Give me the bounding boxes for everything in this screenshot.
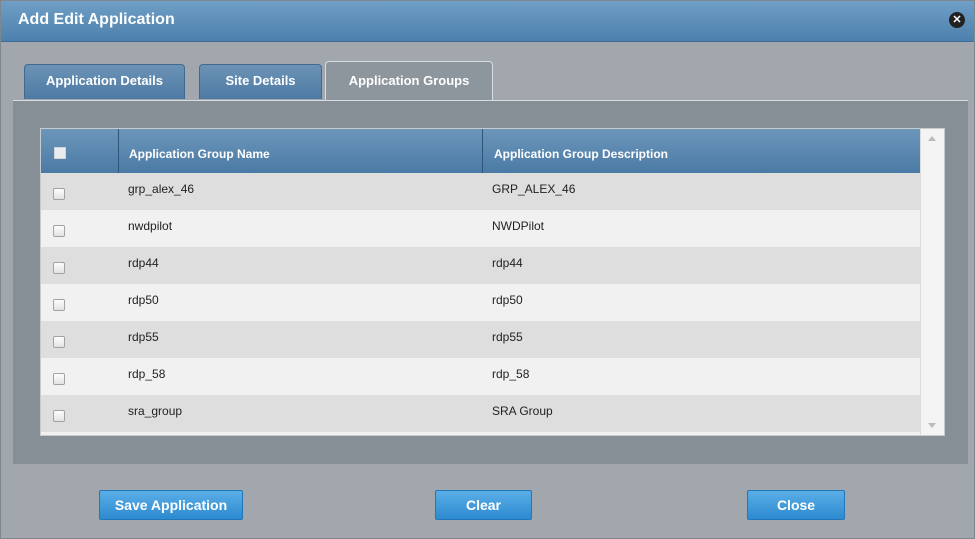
group-description-cell: rdp50 — [492, 293, 523, 307]
tab-site-details[interactable]: Site Details — [199, 64, 322, 99]
table-row[interactable]: nwdpilot NWDPilot — [41, 210, 920, 247]
column-separator — [482, 129, 483, 173]
tab-bar: Application Details Site Details Applica… — [13, 61, 962, 101]
group-name-cell: rdp_58 — [128, 367, 166, 381]
row-checkbox[interactable] — [53, 262, 65, 274]
tab-application-groups[interactable]: Application Groups — [325, 61, 493, 101]
tab-label: Application Groups — [348, 73, 470, 88]
group-description-cell: NWDPilot — [492, 219, 545, 233]
group-description-cell: rdp55 — [492, 330, 523, 344]
clear-button[interactable]: Clear — [435, 490, 532, 520]
row-checkbox[interactable] — [53, 225, 65, 237]
table-row[interactable]: grp_alex_46 GRP_ALEX_46 — [41, 173, 920, 210]
application-groups-grid: Application Group Name Application Group… — [40, 128, 945, 436]
row-checkbox[interactable] — [53, 188, 65, 200]
tab-panel-application-groups: Application Group Name Application Group… — [13, 100, 968, 464]
grid-header: Application Group Name Application Group… — [41, 129, 920, 173]
close-button[interactable]: Close — [747, 490, 845, 520]
group-description-cell: SRA Group — [492, 404, 553, 418]
group-name-cell: rdp44 — [128, 256, 159, 270]
row-checkbox[interactable] — [53, 373, 65, 385]
tab-label: Application Details — [45, 73, 164, 88]
table-row[interactable]: rdp55 rdp55 — [41, 321, 920, 358]
group-description-cell: GRP_ALEX_46 — [492, 182, 576, 196]
group-description-cell: rdp44 — [492, 256, 523, 270]
table-row[interactable]: sra_group SRA Group — [41, 395, 920, 432]
add-edit-application-dialog: Add Edit Application ✕ Application Detai… — [0, 0, 975, 539]
save-application-button[interactable]: Save Application — [99, 490, 243, 520]
row-checkbox[interactable] — [53, 410, 65, 422]
table-row[interactable]: rdp_58 rdp_58 — [41, 358, 920, 395]
group-name-cell: grp_alex_46 — [128, 182, 195, 196]
row-checkbox[interactable] — [53, 336, 65, 348]
dialog-titlebar[interactable]: Add Edit Application ✕ — [1, 1, 974, 42]
group-name-cell: sra_group — [128, 404, 183, 418]
tab-label: Site Details — [225, 73, 296, 88]
scroll-down-arrow-icon[interactable] — [928, 423, 936, 428]
dialog-title: Add Edit Application — [18, 11, 175, 28]
column-header-description[interactable]: Application Group Description — [494, 129, 668, 173]
close-icon[interactable]: ✕ — [949, 12, 965, 28]
column-header-name[interactable]: Application Group Name — [129, 129, 270, 173]
select-all-checkbox[interactable] — [54, 147, 66, 159]
group-name-cell: rdp50 — [128, 293, 159, 307]
group-name-cell: nwdpilot — [128, 219, 173, 233]
group-name-cell: rdp55 — [128, 330, 159, 344]
vertical-scrollbar[interactable] — [920, 129, 944, 435]
table-row[interactable]: rdp44 rdp44 — [41, 247, 920, 284]
table-row[interactable]: rdp50 rdp50 — [41, 284, 920, 321]
tab-application-details[interactable]: Application Details — [24, 64, 185, 99]
group-description-cell: rdp_58 — [492, 367, 530, 381]
column-separator — [118, 129, 119, 173]
scroll-up-arrow-icon[interactable] — [928, 136, 936, 141]
row-checkbox[interactable] — [53, 299, 65, 311]
